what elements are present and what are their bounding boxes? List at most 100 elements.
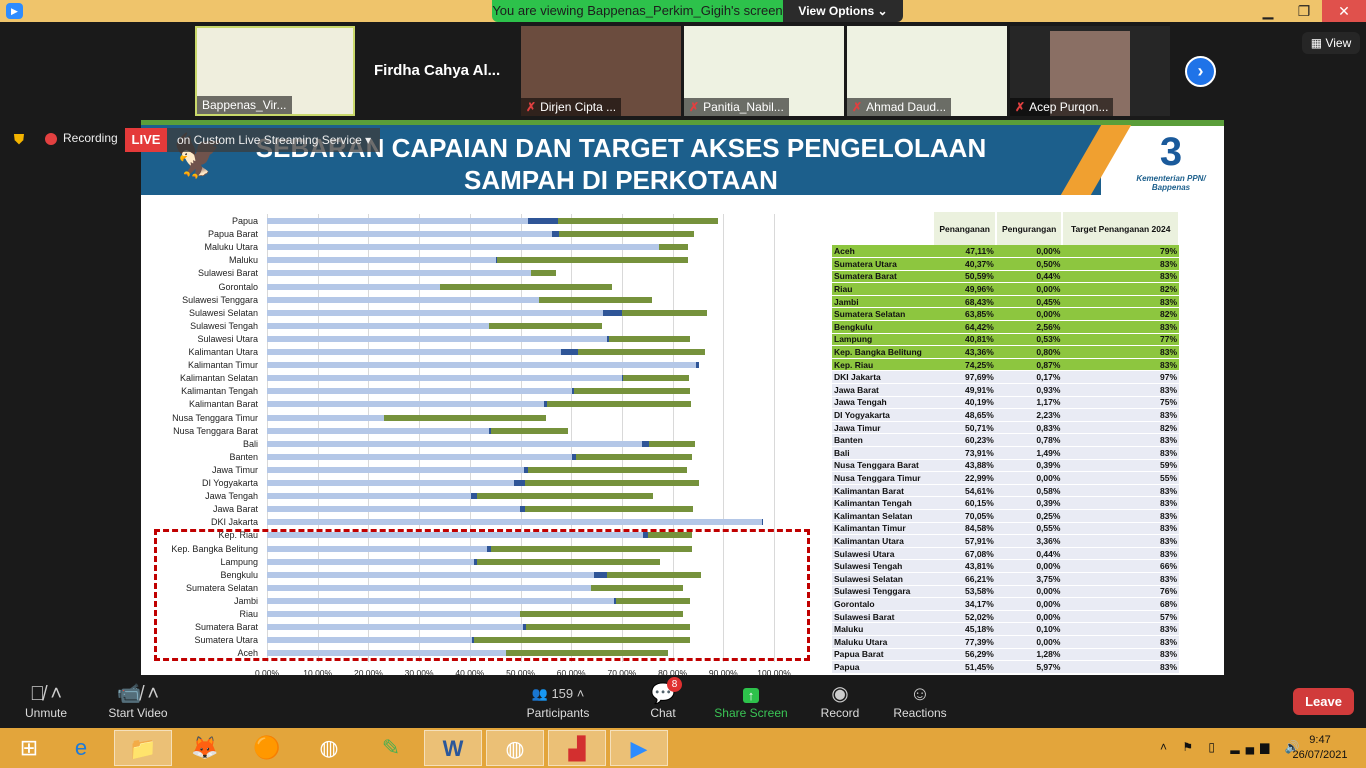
table-header: Pengurangan: [995, 212, 1064, 245]
province-cell: Maluku Utara: [832, 635, 934, 649]
start-video-label: Start Video: [108, 706, 168, 720]
bar-target-gap: [621, 309, 707, 316]
table-row: Aceh 47,11% 0,00% 79%: [832, 245, 1179, 259]
target-cell: 83%: [1062, 408, 1179, 422]
table-row: Maluku Utara 77,39% 0,00% 83%: [832, 635, 1179, 649]
recording-label[interactable]: Recording: [63, 131, 118, 145]
security-shield-icon[interactable]: ⛊: [10, 128, 28, 150]
system-clock[interactable]: 9:47 26/07/2021: [1285, 733, 1355, 763]
bar-target-gap: [558, 231, 695, 238]
reactions-button[interactable]: ☺ Reactions: [880, 682, 960, 720]
penanganan-cell: 40,81%: [933, 333, 996, 347]
file-explorer-icon[interactable]: 📁: [114, 730, 172, 766]
penanganan-cell: 57,91%: [933, 534, 996, 548]
word-icon[interactable]: W: [424, 730, 482, 766]
penanganan-cell: 49,91%: [933, 383, 996, 397]
mic-muted-icon: ✗: [689, 100, 700, 114]
leave-button[interactable]: Leave: [1293, 688, 1354, 715]
province-cell: Jawa Barat: [832, 383, 934, 397]
table-row: Banten 60,23% 0,78% 83%: [832, 433, 1179, 447]
x-tick-label: 90,00%: [708, 668, 738, 678]
next-page-arrow-icon[interactable]: ›: [1185, 56, 1216, 87]
penanganan-cell: 34,17%: [933, 597, 996, 611]
table-row: Sumatera Selatan 63,85% 0,00% 82%: [832, 307, 1179, 322]
participant-tile[interactable]: Firdha Cahya Al...: [360, 26, 516, 116]
minimize-button[interactable]: ▁: [1250, 0, 1286, 22]
target-cell: 83%: [1062, 547, 1179, 561]
chrome-icon[interactable]: ◍: [300, 730, 358, 766]
bar-penanganan: [267, 231, 553, 238]
app-icon[interactable]: 🟠: [238, 730, 296, 766]
viewing-screen-banner: You are viewing Bappenas_Perkim_Gigih's …: [492, 0, 783, 22]
category-label: Maluku Utara: [204, 242, 258, 253]
table-header: Penanganan: [933, 212, 997, 245]
table-row: Kalimantan Utara 57,91% 3,36% 83%: [832, 534, 1179, 548]
bar-penanganan: [267, 218, 528, 224]
participants-button[interactable]: 👥 159 ˄ Participants: [518, 682, 598, 720]
mic-muted-icon: ✗: [1015, 100, 1026, 114]
pengurangan-cell: 0,83%: [995, 421, 1063, 435]
bar-target-gap: [530, 270, 556, 277]
category-label: Papua: [231, 216, 258, 226]
bar-target-gap: [573, 388, 690, 395]
province-cell: Banten: [832, 433, 934, 447]
green-app-icon[interactable]: ✎: [362, 730, 420, 766]
target-cell: 79%: [1062, 245, 1179, 259]
close-button[interactable]: ✕: [1322, 0, 1366, 22]
penanganan-cell: 74,25%: [933, 358, 996, 372]
target-cell: 83%: [1062, 433, 1179, 447]
bar-penanganan: [267, 493, 471, 500]
penanganan-cell: 64,42%: [933, 320, 996, 334]
chat-button[interactable]: 💬 Chat: [623, 682, 703, 720]
penanganan-cell: 48,65%: [933, 408, 996, 422]
penanganan-cell: 56,29%: [933, 648, 996, 662]
pdf-app-icon[interactable]: ▟: [548, 730, 606, 766]
record-button[interactable]: ◉ Record: [800, 682, 880, 720]
pengurangan-cell: 2,56%: [995, 320, 1063, 334]
table-row: Jawa Tengah 40,19% 1,17% 75%: [832, 396, 1179, 410]
bar-penanganan: [267, 480, 514, 486]
penanganan-cell: 77,39%: [933, 635, 996, 649]
participant-tile[interactable]: ✗ Ahmad Daud...: [847, 26, 1007, 116]
bar-penanganan: [267, 388, 572, 395]
table-row: Gorontalo 34,17% 0,00% 68%: [832, 597, 1179, 611]
bar-penanganan: [267, 270, 531, 277]
bar-pengurangan: [602, 309, 622, 316]
province-cell: Lampung: [832, 333, 934, 347]
province-cell: Nusa Tenggara Timur: [832, 471, 934, 485]
live-streaming-dropdown[interactable]: on Custom Live Streaming Service ▾: [167, 128, 380, 152]
category-label: Jawa Timur: [211, 464, 258, 475]
share-screen-button[interactable]: ↑ Share Screen: [711, 682, 791, 720]
unmute-button[interactable]: 🎙̸ ˄ Unmute: [6, 682, 86, 720]
live-badge[interactable]: LIVE: [125, 128, 167, 152]
pengurangan-cell: 0,80%: [995, 345, 1063, 359]
firefox-icon[interactable]: 🦊: [176, 730, 234, 766]
view-button[interactable]: ▦ View: [1302, 32, 1360, 54]
internet-explorer-icon[interactable]: e: [52, 730, 110, 766]
restore-button[interactable]: ❐: [1286, 0, 1322, 22]
pengurangan-cell: 0,45%: [995, 295, 1063, 309]
penanganan-cell: 54,61%: [933, 484, 996, 498]
start-button-windows-icon[interactable]: ⊞: [0, 730, 58, 766]
clock-time: 9:47: [1309, 734, 1331, 746]
pengurangan-cell: 0,00%: [995, 282, 1063, 296]
participant-tile[interactable]: ✗ Panitia_Nabil...: [684, 26, 844, 116]
participant-name: Panitia_Nabil...: [703, 100, 784, 114]
mic-muted-icon: 🎙̸ ˄: [29, 683, 63, 705]
chrome-profile-icon[interactable]: ◍: [486, 730, 544, 766]
system-tray-icons[interactable]: ˄ ⚑ ▯ ▂▄▆ 🔊: [1160, 740, 1306, 754]
view-options-button[interactable]: View Options ⌄: [783, 0, 903, 22]
participant-tile[interactable]: Bappenas_Vir...: [195, 26, 355, 116]
pengurangan-cell: 0,55%: [995, 522, 1063, 536]
bar-target-gap: [577, 349, 705, 355]
zoom-taskbar-icon[interactable]: ▶: [610, 730, 668, 766]
penanganan-cell: 43,81%: [933, 559, 996, 573]
target-cell: 83%: [1062, 534, 1179, 548]
participant-tile[interactable]: ✗ Acep Purqon...: [1010, 26, 1170, 116]
start-video-button[interactable]: 📹̸ ˄ Start Video: [98, 682, 178, 720]
zoom-app-icon: ▶: [6, 3, 23, 19]
pengurangan-cell: 0,00%: [995, 245, 1063, 259]
participant-tile[interactable]: ✗ Dirjen Cipta ...: [521, 26, 681, 116]
table-row: Jambi 68,43% 0,45% 83%: [832, 295, 1179, 309]
province-cell: DI Yogyakarta: [832, 408, 934, 422]
